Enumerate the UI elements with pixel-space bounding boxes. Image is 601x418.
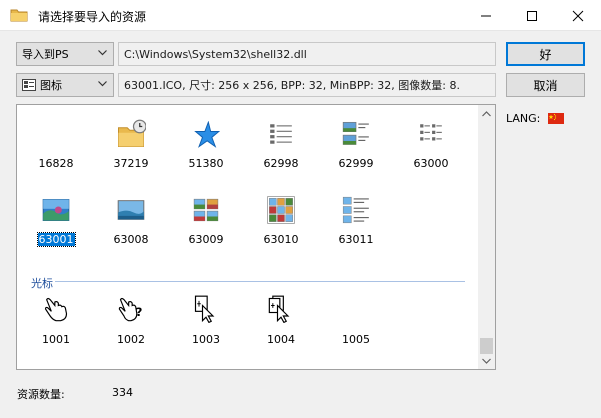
lang-label: LANG: xyxy=(506,112,541,125)
scroll-down-button[interactable] xyxy=(478,352,495,369)
image-type-icon xyxy=(22,79,36,91)
resource-item-1003[interactable]: 1003 xyxy=(171,295,241,346)
section-divider xyxy=(55,281,465,282)
resource-item-62999[interactable]: 62999 xyxy=(321,119,391,170)
resource-item-label: 16828 xyxy=(38,157,74,170)
resource-item-label: 62999 xyxy=(338,157,374,170)
minimize-button[interactable] xyxy=(463,0,509,31)
import-target-dropdown[interactable]: 导入到PS xyxy=(16,42,114,66)
small-icons-view-icon xyxy=(420,124,442,141)
photo-list-icon xyxy=(342,196,369,224)
photo-grid-icon xyxy=(193,198,219,222)
resource-item-1001[interactable]: 1001 xyxy=(21,295,91,346)
resource-item-63009[interactable]: 63009 xyxy=(171,195,241,246)
scroll-up-button[interactable] xyxy=(478,105,495,122)
section-title-cursors: 光标 xyxy=(31,277,53,290)
blue-star-icon xyxy=(194,121,220,148)
image-list-icon xyxy=(342,121,369,145)
chevron-down-icon xyxy=(98,81,107,87)
window-title: 请选择要导入的资源 xyxy=(38,10,147,24)
resource-item-label: 37219 xyxy=(113,157,149,170)
resource-item-label: 63008 xyxy=(113,233,149,246)
resource-item-37219[interactable]: 37219 xyxy=(96,119,166,170)
chevron-up-icon xyxy=(482,110,491,116)
hand-help-cursor-icon: ? xyxy=(118,297,143,322)
chevron-down-icon xyxy=(98,50,107,56)
landscape-photo-icon xyxy=(42,199,70,221)
resource-item-label: 1003 xyxy=(192,333,220,346)
resource-item-63011[interactable]: 63011 xyxy=(321,195,391,246)
resource-item-63000[interactable]: 63000 xyxy=(396,119,466,170)
close-icon xyxy=(572,10,584,21)
resource-item-label: 51380 xyxy=(188,157,224,170)
resource-list[interactable]: 16828 37219 51380 62998 62999 63000 6300… xyxy=(16,104,496,370)
resource-item-label: 63009 xyxy=(188,233,224,246)
resource-item-16828[interactable]: 16828 xyxy=(21,119,91,170)
folder-clock-icon xyxy=(118,119,146,147)
resource-item-label: 1001 xyxy=(42,333,70,346)
documents-arrow-cursor-icon xyxy=(268,295,290,323)
minimize-icon xyxy=(481,15,491,16)
resource-item-label: 63001 xyxy=(36,232,76,247)
details-list-icon xyxy=(270,124,292,144)
resource-count-label: 资源数量: xyxy=(17,388,65,401)
resource-item-63008[interactable]: 63008 xyxy=(96,195,166,246)
resource-count-value: 334 xyxy=(112,386,133,399)
resource-item-63010[interactable]: 63010 xyxy=(246,195,316,246)
dll-path-field[interactable]: C:\Windows\System32\shell32.dll xyxy=(118,42,496,66)
resource-item-label: 63010 xyxy=(263,233,299,246)
vertical-scrollbar[interactable] xyxy=(478,105,495,369)
china-flag-icon xyxy=(548,113,565,124)
cancel-button[interactable]: 取消 xyxy=(506,73,585,97)
landscape-photo-icon xyxy=(117,200,145,220)
resource-item-1002[interactable]: ? 1002 xyxy=(96,295,166,346)
resource-item-1005[interactable]: 1005 xyxy=(321,295,391,346)
resource-item-63001[interactable]: 63001 xyxy=(21,195,91,247)
folder-icon xyxy=(10,9,28,22)
svg-text:?: ? xyxy=(136,305,143,319)
resource-item-1004[interactable]: 1004 xyxy=(246,295,316,346)
resource-details-field: 63001.ICO, 尺寸: 256 x 256, BPP: 32, MinBP… xyxy=(118,73,496,97)
resource-item-51380[interactable]: 51380 xyxy=(171,119,241,170)
hand-cursor-icon xyxy=(44,297,68,322)
ok-button[interactable]: 好 xyxy=(506,42,585,66)
resource-item-label: 63000 xyxy=(413,157,449,170)
import-target-value: 导入到PS xyxy=(22,48,69,61)
resource-item-label: 1005 xyxy=(342,333,370,346)
resource-item-label: 62998 xyxy=(263,157,299,170)
resource-type-dropdown[interactable]: 图标 xyxy=(16,73,114,97)
resource-item-label: 1002 xyxy=(117,333,145,346)
resource-item-label: 63011 xyxy=(338,233,374,246)
resource-type-value: 图标 xyxy=(40,79,62,92)
chevron-down-icon xyxy=(482,358,491,364)
close-button[interactable] xyxy=(555,0,601,31)
resource-item-label: 1004 xyxy=(267,333,295,346)
resource-item-62998[interactable]: 62998 xyxy=(246,119,316,170)
photo-grid-large-icon xyxy=(267,196,295,224)
document-arrow-cursor-icon xyxy=(194,295,215,323)
title-bar: 请选择要导入的资源 xyxy=(0,0,601,31)
language-indicator[interactable]: LANG: xyxy=(506,112,565,125)
maximize-icon xyxy=(527,10,537,21)
maximize-button[interactable] xyxy=(509,0,555,31)
